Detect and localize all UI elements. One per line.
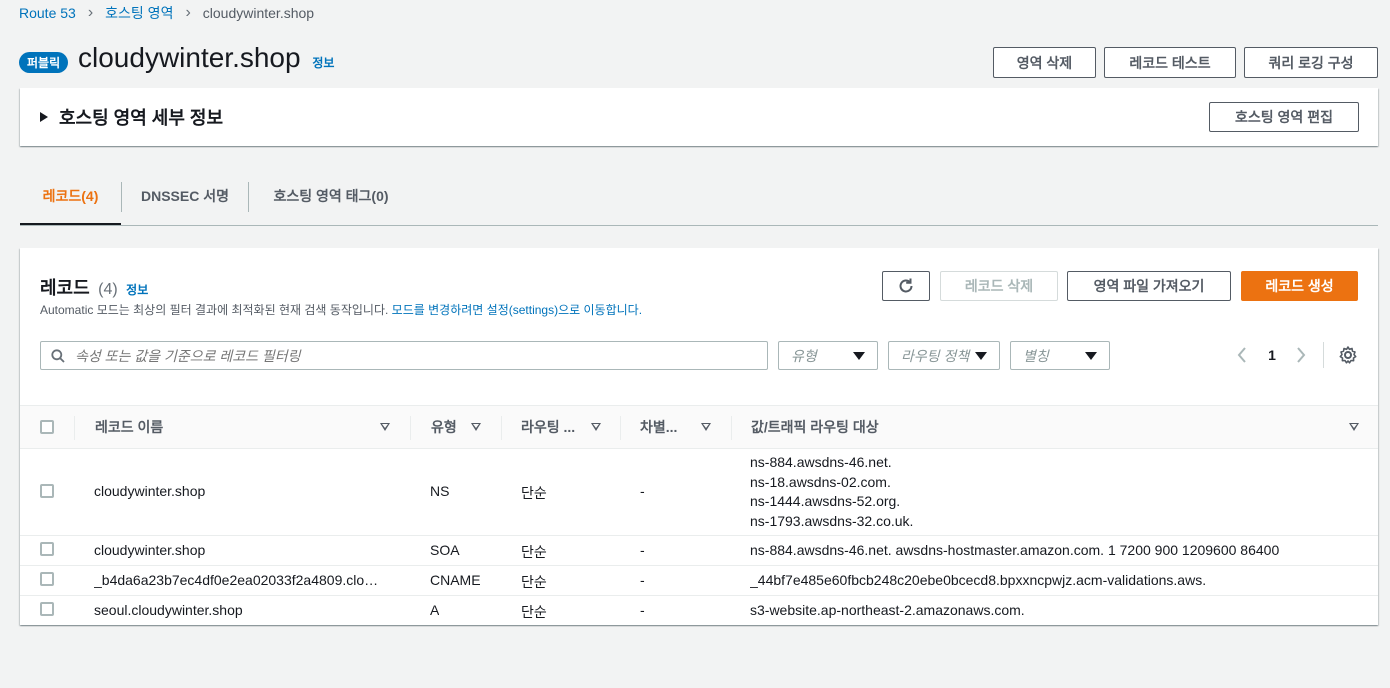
alias-filter-label: 별칭 bbox=[1023, 347, 1049, 364]
public-badge: 퍼블릭 bbox=[19, 52, 69, 73]
record-value: _44bf7e485e60fbcb248c20ebe0bcecd8.bpxxnc… bbox=[750, 572, 1207, 588]
query-logging-button[interactable]: 쿼리 로깅 구성 bbox=[1244, 47, 1378, 78]
table-row[interactable]: seoul.cloudywinter.shop A 단순 - s3-websit… bbox=[20, 596, 1378, 625]
sort-icon[interactable] bbox=[1349, 423, 1359, 431]
dropdown-arrow-icon bbox=[853, 351, 865, 360]
search-input[interactable] bbox=[75, 347, 725, 364]
caret-right-icon[interactable] bbox=[40, 112, 48, 122]
record-value-line: ns-884.awsdns-46.net. bbox=[750, 454, 892, 470]
record-differentiator: - bbox=[640, 572, 645, 588]
sort-icon[interactable] bbox=[591, 423, 601, 431]
breadcrumb-hosted-zones[interactable]: 호스팅 영역 bbox=[105, 3, 173, 23]
record-type: CNAME bbox=[430, 572, 481, 588]
record-differentiator: - bbox=[640, 483, 645, 499]
edit-hosted-zone-button[interactable]: 호스팅 영역 편집 bbox=[1209, 102, 1359, 132]
import-zone-file-button[interactable]: 영역 파일 가져오기 bbox=[1067, 271, 1231, 301]
delete-record-button[interactable]: 레코드 삭제 bbox=[940, 271, 1058, 301]
current-page[interactable]: 1 bbox=[1262, 347, 1282, 363]
pagination-divider bbox=[1323, 342, 1324, 368]
search-field[interactable] bbox=[40, 341, 768, 370]
tab-dnssec[interactable]: DNSSEC 서명 bbox=[122, 178, 248, 214]
search-icon bbox=[51, 348, 65, 363]
delete-zone-button[interactable]: 영역 삭제 bbox=[993, 47, 1096, 78]
record-type: NS bbox=[430, 483, 450, 499]
records-header: 레코드 (4) 정보 bbox=[40, 274, 148, 300]
tab-tags[interactable]: 호스팅 영역 태그(0) bbox=[249, 178, 413, 214]
record-value-line: ns-1793.awsdns-32.co.uk. bbox=[750, 512, 914, 529]
routing-policy-filter-select[interactable]: 라우팅 정책 bbox=[888, 341, 1000, 370]
dropdown-arrow-icon bbox=[975, 351, 987, 360]
tabs-baseline bbox=[20, 225, 1378, 226]
table-row[interactable]: cloudywinter.shop SOA 단순 - ns-884.awsdns… bbox=[20, 536, 1378, 566]
records-title: 레코드 bbox=[40, 278, 90, 298]
records-description: Automatic 모드는 최상의 필터 결과에 최적화된 현재 검색 동작입니… bbox=[40, 301, 642, 318]
column-divider bbox=[410, 416, 411, 440]
page-title-text: cloudywinter.shop bbox=[78, 42, 301, 73]
type-filter-label: 유형 bbox=[791, 347, 817, 364]
chevron-right-icon: › bbox=[185, 4, 191, 21]
record-name: _b4da6a23b7ec4df0e2ea02033f2a4809.clo… bbox=[94, 572, 379, 588]
record-name: cloudywinter.shop bbox=[94, 542, 206, 558]
hosted-zone-details-panel: 호스팅 영역 세부 정보 호스팅 영역 편집 bbox=[20, 88, 1378, 146]
record-routing: 단순 bbox=[521, 604, 547, 620]
details-title[interactable]: 호스팅 영역 세부 정보 bbox=[59, 104, 223, 130]
chevron-right-icon: › bbox=[87, 4, 94, 21]
row-checkbox[interactable] bbox=[40, 602, 54, 616]
record-type: A bbox=[430, 602, 440, 618]
breadcrumb-route53[interactable]: Route 53 bbox=[19, 5, 76, 21]
record-differentiator: - bbox=[640, 602, 645, 618]
chevron-right-icon[interactable] bbox=[1295, 346, 1307, 364]
row-checkbox[interactable] bbox=[40, 542, 54, 556]
refresh-button[interactable] bbox=[882, 271, 930, 301]
sort-icon[interactable] bbox=[471, 423, 481, 431]
record-type: SOA bbox=[430, 542, 460, 558]
column-header-routing[interactable]: 라우팅 ... bbox=[521, 406, 575, 448]
record-name: seoul.cloudywinter.shop bbox=[94, 602, 243, 618]
sort-icon[interactable] bbox=[701, 423, 711, 431]
table-row[interactable]: cloudywinter.shop NS 단순 - ns-884.awsdns-… bbox=[20, 449, 1378, 536]
record-routing: 단순 bbox=[521, 544, 547, 560]
table-header: 레코드 이름 유형 라우팅 ... 차별... 값/트래픽 라우팅 대상 bbox=[20, 405, 1378, 449]
records-count: (4) bbox=[98, 281, 118, 298]
column-divider bbox=[620, 416, 621, 440]
column-divider bbox=[74, 416, 75, 440]
settings-link[interactable]: 모드를 변경하려면 설정(settings)으로 이동합니다. bbox=[392, 303, 642, 317]
breadcrumb-current: cloudywinter.shop bbox=[202, 5, 315, 21]
row-checkbox[interactable] bbox=[40, 484, 54, 498]
page-title: cloudywinter.shop 정보 bbox=[78, 42, 334, 74]
sort-icon[interactable] bbox=[380, 423, 390, 431]
create-record-button[interactable]: 레코드 생성 bbox=[1241, 271, 1358, 301]
column-header-differentiator[interactable]: 차별... bbox=[640, 406, 677, 448]
column-header-record-name[interactable]: 레코드 이름 bbox=[95, 406, 163, 448]
select-all-checkbox[interactable] bbox=[40, 420, 54, 434]
test-record-button[interactable]: 레코드 테스트 bbox=[1104, 47, 1236, 78]
column-divider bbox=[501, 416, 502, 440]
refresh-icon bbox=[899, 278, 913, 293]
column-header-value[interactable]: 값/트래픽 라우팅 대상 bbox=[751, 406, 879, 448]
dropdown-arrow-icon bbox=[1085, 351, 1097, 360]
records-description-text: Automatic 모드는 최상의 필터 결과에 최적화된 현재 검색 동작입니… bbox=[40, 303, 389, 317]
record-differentiator: - bbox=[640, 542, 645, 558]
type-filter-select[interactable]: 유형 bbox=[778, 341, 878, 370]
chevron-left-icon[interactable] bbox=[1236, 346, 1248, 364]
table-row[interactable]: _b4da6a23b7ec4df0e2ea02033f2a4809.clo… C… bbox=[20, 566, 1378, 596]
alias-filter-select[interactable]: 별칭 bbox=[1010, 341, 1110, 370]
record-routing: 단순 bbox=[521, 485, 547, 501]
record-value: s3-website.ap-northeast-2.amazonaws.com. bbox=[750, 602, 1025, 618]
column-header-type[interactable]: 유형 bbox=[431, 406, 457, 448]
breadcrumb: Route 53 › 호스팅 영역 › cloudywinter.shop bbox=[19, 4, 314, 22]
column-divider bbox=[731, 416, 732, 440]
record-name: cloudywinter.shop bbox=[94, 483, 206, 499]
record-value: ns-884.awsdns-46.net. ns-18.awsdns-02.co… bbox=[750, 453, 913, 531]
row-checkbox[interactable] bbox=[40, 572, 54, 586]
tab-records[interactable]: 레코드(4) bbox=[20, 178, 121, 214]
gear-icon[interactable] bbox=[1338, 345, 1358, 365]
routing-policy-filter-label: 라우팅 정책 bbox=[901, 347, 970, 364]
record-value: ns-884.awsdns-46.net. awsdns-hostmaster.… bbox=[750, 542, 1280, 558]
record-value-line: ns-1444.awsdns-52.org. bbox=[750, 493, 901, 509]
info-link[interactable]: 정보 bbox=[312, 56, 334, 70]
records-info-link[interactable]: 정보 bbox=[126, 283, 148, 297]
record-routing: 단순 bbox=[521, 574, 547, 590]
record-value-line: ns-18.awsdns-02.com. bbox=[750, 473, 891, 490]
